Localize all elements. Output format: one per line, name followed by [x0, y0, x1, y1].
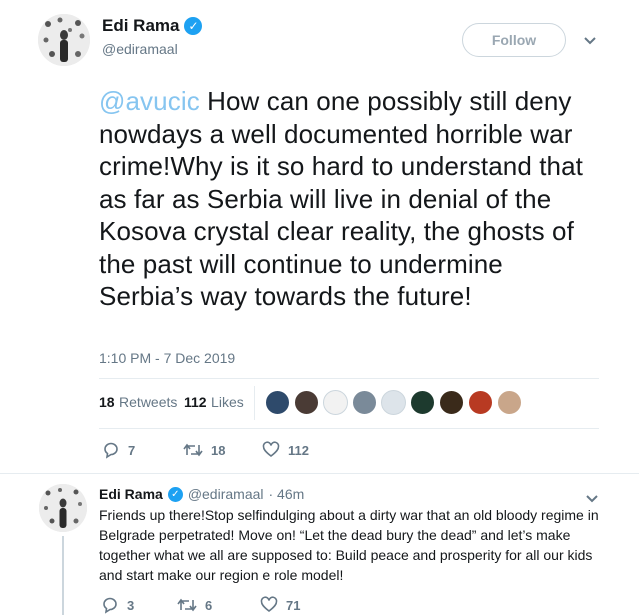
reply-author-name[interactable]: Edi Rama — [99, 486, 163, 502]
retweets-count: 18 — [99, 394, 115, 410]
reply-text: Friends up there!Stop selfindulging abou… — [99, 507, 599, 583]
verified-badge-icon: ✓ — [167, 486, 183, 502]
reply-icon — [102, 441, 120, 459]
liker-avatars — [265, 390, 522, 415]
tweet-body: How can one possibly still deny nowdays … — [99, 86, 583, 311]
liker-avatar[interactable] — [497, 390, 522, 415]
likes-label: Likes — [211, 394, 244, 410]
reply-action[interactable]: 7 — [102, 441, 135, 459]
liker-avatar[interactable] — [265, 390, 290, 415]
reply-icon — [101, 596, 119, 614]
reply-author-handle[interactable]: @ediramaal — [188, 486, 264, 502]
retweet-icon — [177, 596, 197, 614]
liker-avatar[interactable] — [294, 390, 319, 415]
divider — [99, 378, 599, 379]
like-action[interactable]: 71 — [260, 596, 300, 614]
liker-avatar[interactable] — [352, 390, 377, 415]
tweet-timestamp[interactable]: 1:10 PM - 7 Dec 2019 — [99, 350, 235, 366]
liker-avatar[interactable] — [381, 390, 406, 415]
reply-count: 3 — [127, 597, 135, 613]
liker-avatar[interactable] — [439, 390, 464, 415]
reply-action[interactable]: 3 — [101, 596, 134, 614]
chevron-down-icon[interactable] — [583, 33, 601, 47]
retweet-action[interactable]: 18 — [183, 441, 225, 459]
like-action[interactable]: 112 — [262, 441, 309, 459]
author-handle[interactable]: @ediramaal — [102, 41, 178, 57]
reply-count: 7 — [128, 442, 136, 458]
retweet-icon — [183, 441, 203, 459]
retweet-count: 18 — [211, 442, 226, 458]
liker-avatar[interactable] — [468, 390, 493, 415]
liker-avatar[interactable] — [323, 390, 348, 415]
author-avatar[interactable] — [38, 14, 90, 66]
thread-line — [62, 536, 64, 615]
chevron-down-icon[interactable] — [585, 491, 599, 503]
divider — [0, 473, 639, 474]
liker-avatar[interactable] — [410, 390, 435, 415]
reply-age[interactable]: · 46m — [269, 486, 305, 502]
author-name-row: Edi Rama ✓ — [102, 16, 203, 36]
verified-badge-icon: ✓ — [184, 17, 203, 35]
follow-button[interactable]: Follow — [462, 23, 566, 57]
mention-link[interactable]: @avucic — [99, 86, 200, 116]
heart-icon — [262, 441, 280, 459]
retweets-stat[interactable]: 18 Retweets — [99, 394, 177, 412]
like-count: 112 — [288, 442, 309, 458]
tweet-text: @avucic How can one possibly still deny … — [99, 85, 599, 313]
divider — [99, 428, 599, 429]
retweet-action[interactable]: 6 — [177, 596, 212, 614]
like-count: 71 — [286, 597, 301, 613]
stats-separator — [254, 386, 255, 420]
heart-icon — [260, 596, 278, 614]
retweet-count: 6 — [205, 597, 213, 613]
reply-author-avatar[interactable] — [39, 484, 87, 532]
reply-header: Edi Rama ✓ @ediramaal · 46m — [99, 486, 304, 502]
likes-stat[interactable]: 112 Likes — [184, 394, 244, 412]
retweets-label: Retweets — [119, 394, 178, 410]
likes-count: 112 — [184, 394, 207, 410]
author-name[interactable]: Edi Rama — [102, 16, 179, 36]
